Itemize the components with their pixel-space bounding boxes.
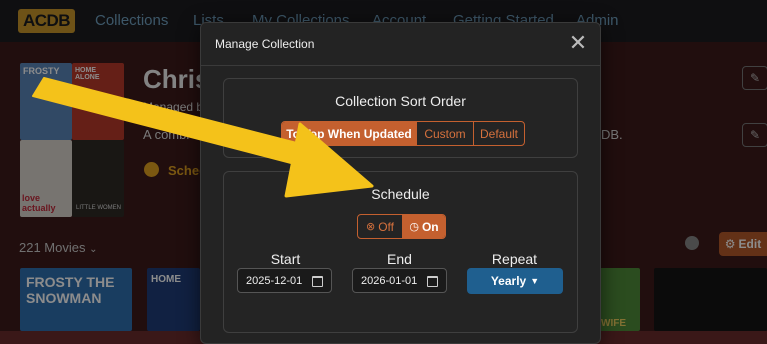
arrow-head (284, 122, 374, 198)
arrow-shaft (32, 77, 325, 171)
annotation-arrow (32, 77, 374, 198)
